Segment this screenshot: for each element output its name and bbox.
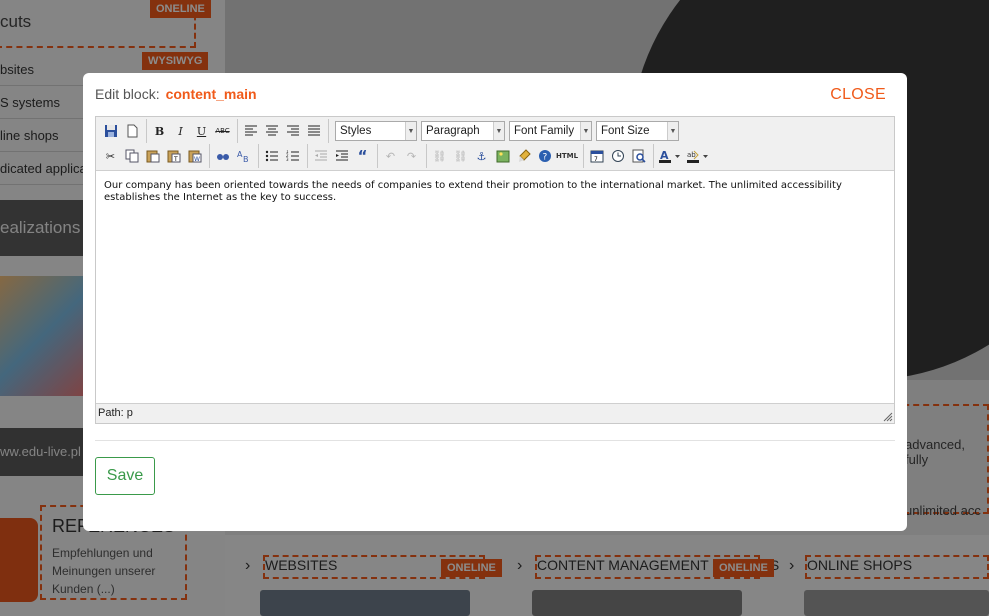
copy-icon[interactable]	[121, 146, 142, 166]
resize-grip-icon[interactable]	[883, 412, 893, 422]
indent-icon[interactable]	[331, 146, 352, 166]
font-size-select[interactable]: Font Size ▼	[596, 121, 679, 141]
block-name: content_main	[165, 86, 257, 102]
chevron-down-icon: ▼	[580, 122, 591, 140]
anchor-icon[interactable]: ⚓	[471, 146, 492, 166]
chevron-down-icon: ▼	[405, 122, 416, 140]
edit-block-modal: Edit block: content_main CLOSE B I U ABC…	[83, 73, 907, 531]
unlink-icon[interactable]: ⛓	[450, 146, 471, 166]
bullet-list-icon[interactable]	[261, 146, 282, 166]
align-right-icon[interactable]	[282, 121, 303, 141]
modal-title-prefix: Edit block:	[95, 86, 160, 102]
toolbar-group: “	[307, 144, 375, 168]
modal-title: Edit block: content_main	[95, 86, 257, 102]
editor-toolbar: B I U ABC Styles ▼ Paragraph ▼ Font Fami…	[96, 117, 894, 171]
new-document-icon[interactable]	[121, 121, 142, 141]
toolbar-group: 123	[258, 144, 305, 168]
toolbar-group	[237, 119, 326, 143]
image-icon[interactable]	[492, 146, 513, 166]
paste-text-icon[interactable]: T	[163, 146, 184, 166]
bold-icon[interactable]: B	[149, 121, 170, 141]
toolbar-group: Styles ▼ Paragraph ▼ Font Family ▼ Font Siz…	[328, 119, 681, 143]
find-icon[interactable]	[212, 146, 233, 166]
align-center-icon[interactable]	[261, 121, 282, 141]
blockquote-icon[interactable]: “	[352, 146, 373, 166]
toolbar-group: AB	[209, 144, 256, 168]
editor-status-bar: Path: p	[96, 403, 894, 423]
paste-icon[interactable]	[142, 146, 163, 166]
insert-date-icon[interactable]: 7	[586, 146, 607, 166]
svg-text:T: T	[173, 156, 178, 163]
numbered-list-icon[interactable]: 123	[282, 146, 303, 166]
toolbar-group: A ab	[653, 144, 714, 168]
toolbar-group: ✂ T W	[98, 144, 207, 168]
toolbar-group: B I U ABC	[146, 119, 235, 143]
svg-text:W: W	[194, 156, 200, 163]
cleanup-icon[interactable]	[513, 146, 534, 166]
highlight-color-icon[interactable]: ab	[684, 146, 712, 166]
save-button[interactable]: Save	[95, 457, 155, 495]
styles-select[interactable]: Styles ▼	[335, 121, 417, 141]
svg-text:?: ?	[542, 153, 547, 163]
svg-text:3: 3	[286, 157, 289, 162]
path-label: Path: p	[98, 407, 133, 419]
chevron-down-icon: ▼	[493, 122, 504, 140]
svg-text:B: B	[243, 155, 249, 163]
close-button[interactable]: CLOSE	[830, 86, 886, 104]
toolbar-group	[98, 119, 144, 143]
text-color-icon[interactable]: A	[656, 146, 684, 166]
toolbar-row-2: ✂ T W AB 123 “ ↶ ↷ ⛓ ⛓ ⚓ ? HTML 7 A ab	[98, 144, 714, 168]
modal-divider	[95, 440, 895, 441]
styles-select-label: Styles	[340, 125, 372, 137]
redo-icon[interactable]: ↷	[401, 146, 422, 166]
page: cuts ONELINE WYSIWYG bsites S systems li…	[0, 0, 989, 616]
toolbar-group: 7	[583, 144, 651, 168]
svg-text:7: 7	[594, 156, 598, 163]
toolbar-row-1: B I U ABC Styles ▼ Paragraph ▼ Font Fami…	[98, 119, 681, 143]
undo-icon[interactable]: ↶	[380, 146, 401, 166]
format-select[interactable]: Paragraph ▼	[421, 121, 505, 141]
font-family-select[interactable]: Font Family ▼	[509, 121, 592, 141]
content-paragraph: Our company has been oriented towards th…	[104, 180, 842, 203]
chevron-down-icon: ▼	[667, 122, 678, 140]
underline-icon[interactable]: U	[191, 121, 212, 141]
save-icon[interactable]	[100, 121, 121, 141]
toolbar-group: ↶ ↷	[377, 144, 424, 168]
strikethrough-icon[interactable]: ABC	[212, 121, 233, 141]
align-justify-icon[interactable]	[303, 121, 324, 141]
font-size-select-label: Font Size	[601, 125, 650, 137]
replace-icon[interactable]: AB	[233, 146, 254, 166]
font-family-select-label: Font Family	[514, 125, 575, 137]
italic-icon[interactable]: I	[170, 121, 191, 141]
html-source-icon[interactable]: HTML	[555, 146, 579, 166]
cut-icon[interactable]: ✂	[100, 146, 121, 166]
insert-time-icon[interactable]	[607, 146, 628, 166]
paste-word-icon[interactable]: W	[184, 146, 205, 166]
help-icon[interactable]: ?	[534, 146, 555, 166]
editor-content-area[interactable]: Our company has been oriented towards th…	[96, 172, 894, 404]
align-left-icon[interactable]	[240, 121, 261, 141]
toolbar-group: ⛓ ⛓ ⚓ ? HTML	[426, 144, 581, 168]
preview-icon[interactable]	[628, 146, 649, 166]
format-select-label: Paragraph	[426, 125, 480, 137]
link-icon[interactable]: ⛓	[429, 146, 450, 166]
rich-text-editor: B I U ABC Styles ▼ Paragraph ▼ Font Fami…	[95, 116, 895, 424]
outdent-icon[interactable]	[310, 146, 331, 166]
